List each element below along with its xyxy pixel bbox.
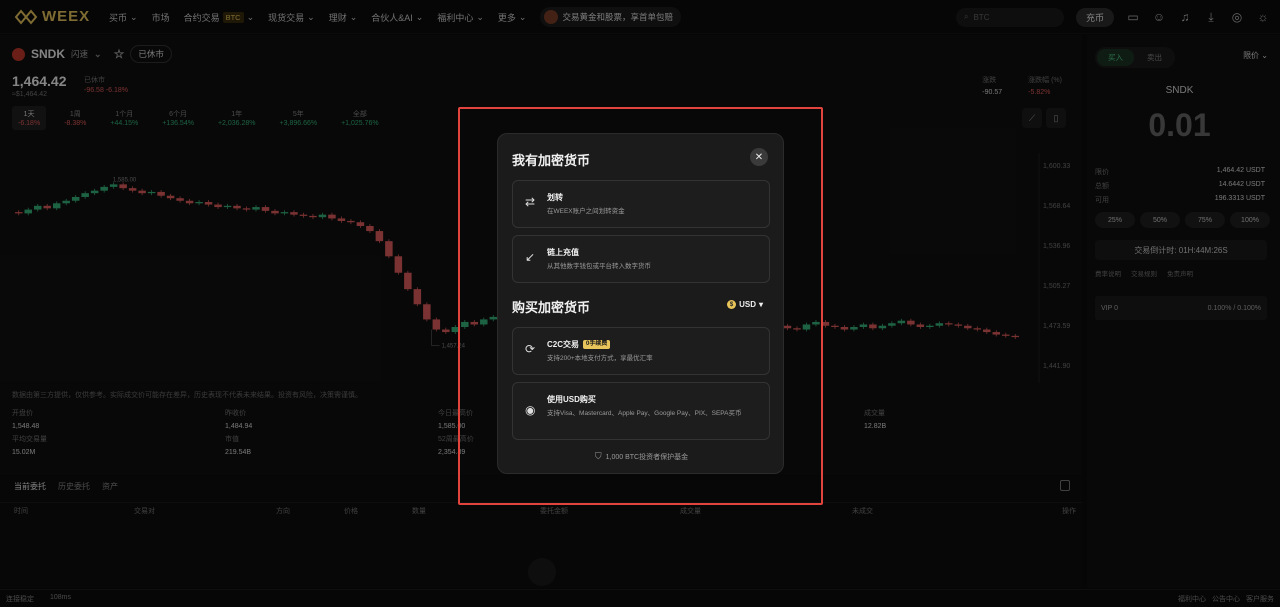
protection-fund: ⛉ 1,000 BTC投资者保护基金 — [498, 451, 785, 462]
buy-section-title: 购买加密货币 — [512, 300, 591, 315]
zero-fee-badge: 0手续费 — [583, 340, 611, 349]
modal-title: 我有加密货币 — [512, 153, 591, 168]
onchain-deposit-option[interactable]: ↙ 链上充值 从其他数字钱包或平台转入数字货币 — [512, 235, 770, 283]
dollar-coin-icon: $ — [727, 300, 737, 309]
deposit-modal: 我有加密货币 ✕ ⇄ 划转 在WEEX账户之间划转资金 ↙ 链上充值 从其他数字… — [497, 133, 784, 474]
option-title: 使用USD购买 — [547, 395, 596, 404]
dollar-coin-icon: ◉ — [525, 403, 536, 417]
option-title: 划转 — [547, 193, 563, 202]
currency-label: USD — [739, 300, 756, 309]
buy-with-usd-option[interactable]: ◉ 使用USD购买 支持Visa、Mastercard、Apple Pay、Go… — [512, 382, 770, 440]
c2c-option[interactable]: ⟳ C2C交易 0手续费 支持200+本地支付方式，享最优汇率 — [512, 327, 770, 375]
option-title: 链上充值 — [547, 248, 579, 257]
currency-select[interactable]: $ USD ▾ — [727, 300, 763, 309]
transfer-icon: ⇄ — [525, 195, 536, 209]
option-desc: 支持Visa、Mastercard、Apple Pay、Google Pay、P… — [547, 410, 742, 417]
option-desc: 在WEEX账户之间划转资金 — [547, 208, 625, 215]
option-title: C2C交易 — [547, 340, 580, 349]
caret-down-icon: ▾ — [758, 300, 763, 309]
close-icon[interactable]: ✕ — [750, 148, 768, 166]
fund-text: 1,000 BTC投资者保护基金 — [605, 453, 689, 461]
arrow-down-left-icon: ↙ — [525, 250, 536, 264]
option-title-row: C2C交易 0手续费 — [547, 339, 611, 350]
shield-icon: ⛉ — [594, 451, 602, 461]
transfer-option[interactable]: ⇄ 划转 在WEEX账户之间划转资金 — [512, 180, 770, 228]
option-desc: 从其他数字钱包或平台转入数字货币 — [547, 263, 651, 270]
c2c-icon: ⟳ — [525, 342, 536, 356]
option-desc: 支持200+本地支付方式，享最优汇率 — [547, 355, 653, 362]
